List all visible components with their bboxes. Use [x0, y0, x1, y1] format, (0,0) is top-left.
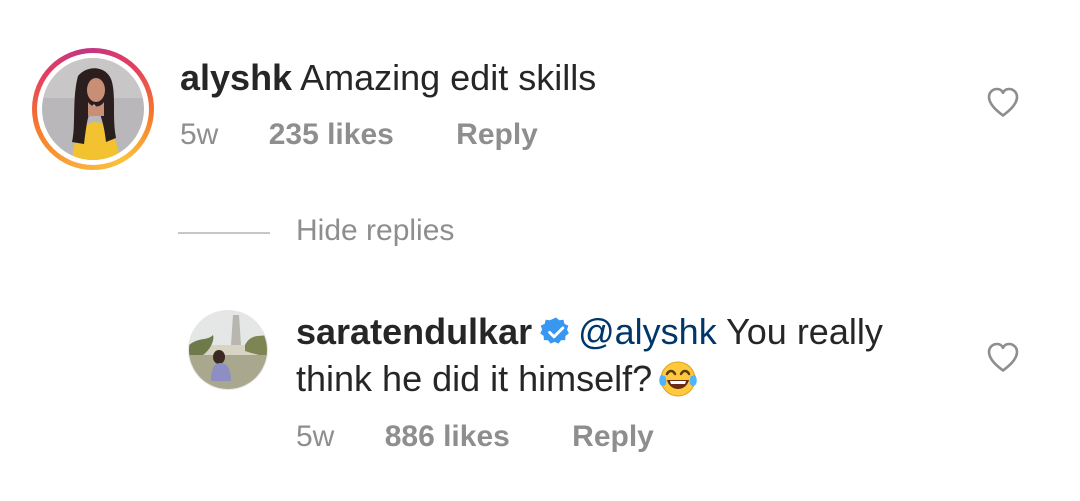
verified-badge-icon — [540, 317, 569, 344]
reply-username[interactable]: saratendulkar — [296, 311, 532, 352]
reply-likes[interactable]: 886 likes — [385, 420, 510, 453]
reply-body-line-1: saratendulkar @alyshk You really — [296, 310, 883, 354]
comment-saratendulkar: saratendulkar @alyshk You really think h… — [0, 0, 1080, 501]
reply-body-line-2: think he did it himself? — [296, 357, 698, 401]
mention-link[interactable]: @alyshk — [578, 311, 717, 352]
heart-icon[interactable] — [986, 341, 1020, 373]
reply-meta: 5w 886 likes Reply — [296, 420, 654, 454]
reply-text-line-1: You really — [726, 311, 883, 352]
reply-time[interactable]: 5w — [296, 420, 334, 453]
reply-text-line-2: think he did it himself? — [296, 358, 653, 399]
face-with-tears-of-joy-icon — [659, 361, 697, 397]
reply-reply-button[interactable]: Reply — [572, 420, 654, 453]
avatar[interactable] — [188, 310, 268, 390]
